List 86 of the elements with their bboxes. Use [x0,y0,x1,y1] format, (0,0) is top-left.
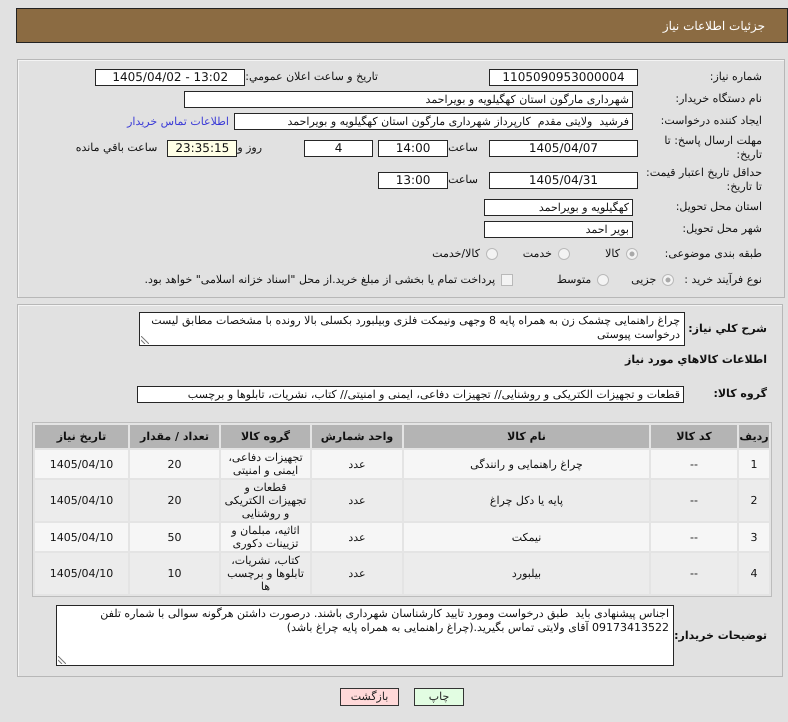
treasury-payment-label: پرداخت تمام یا بخشی از مبلغ خرید.از محل "اسناد خزانه اسلامی" خواهد بود. [144,273,496,286]
delivery-province-label: استان محل تحویل: [674,200,762,214]
radio-button[interactable] [558,248,570,260]
unit-cell: عدد [312,450,402,478]
column-header: تعداد / مقدار [130,425,219,448]
delivery-city-field[interactable]: بویر احمد [484,220,633,238]
validity-time-field[interactable]: 13:00 [378,172,448,188]
row-number-cell: 3 [739,523,769,551]
unit-cell: عدد [312,480,402,521]
item-name-cell: پایه یا دکل چراغ [404,480,649,521]
price-validity-label: حداقل تاریخ اعتبار قیمت: تا تاریخ: [645,166,762,194]
page-title: جزئیات اطلاعات نیاز [662,18,765,32]
remaining-time-field[interactable]: 23:35:15 [167,140,238,156]
need-number-field[interactable]: 1105090953000004 [489,68,638,86]
category-label: طبقه بندی موضوعی: [664,246,762,260]
summary-field[interactable]: چراغ راهنمایی چشمک زن به همراه پایه 8 وجهی ونیمکت فلزی وبیلبورد بکسلی بالا رونده با مشخصات مطابق لیست درخواست پیوستی [139,312,685,346]
need-date-cell: 1405/04/10 [35,553,128,594]
need-date-cell: 1405/04/10 [35,523,128,551]
resize-grip-icon[interactable] [141,336,149,344]
category-option-label: کالا/خدمت [432,247,480,260]
quantity-cell: 50 [130,523,219,551]
checkbox[interactable] [501,274,514,286]
item-code-cell: -- [651,480,737,521]
deadline-time-field[interactable]: 14:00 [378,140,448,156]
item-group-label: گروه کالا: [712,387,768,401]
requester-field[interactable]: فرشید ولایتی مقدم کارپرداز شهرداری مارگون استان کهگیلویه و بویراحمد [234,112,633,130]
announcement-field[interactable]: 1405/04/02 - 13:02 [95,68,246,86]
quantity-cell: 10 [130,553,219,594]
column-header: کد کالا [651,425,737,448]
buyer-notes-label: توضیحات خریدار: [674,628,768,642]
item-code-cell: -- [651,450,737,478]
buyer-org-field[interactable]: شهرداری مارگون استان کهگیلویه و بویراحمد [184,90,633,108]
response-deadline-label: مهلت ارسال پاسخ: تا تاریخ: [663,134,762,162]
category-option-label: خدمت [522,247,552,260]
radio-button[interactable] [597,274,610,286]
item-group-cell: قطعات و تجهیزات الکتریکی و روشنایی [221,480,310,521]
announcement-label: تاریخ و ساعت اعلان عمومي: [245,70,378,84]
summary-label: شرح کلي نیاز: [687,322,768,336]
column-header: واحد شمارش [312,425,402,448]
unit-cell: عدد [312,553,402,594]
days-label: روز و [237,141,262,155]
buyer-notes-field[interactable]: اجناس پیشنهادی باید طبق درخواست ومورد تایید کارشناسان شهرداری باشند. درصورت داشتن هرگونه سوالی با شماره تلفن 09173413522 آقای ولایتی تماس بگیرید.(چراغ راهنمایی به همراه پایه چراغ باشد) [56,605,674,666]
purchase-process-label: نوع فرآیند خرید : [684,272,762,286]
requester-label: ایجاد کننده درخواست: [660,114,762,128]
remaining-days-field[interactable]: 4 [304,140,374,156]
unit-cell: عدد [312,523,402,551]
column-header: تاریخ نیاز [35,425,128,448]
radio-button[interactable] [662,274,674,286]
need-date-cell: 1405/04/10 [35,450,128,478]
validity-date-field[interactable]: 1405/04/31 [489,172,638,188]
quantity-cell: 20 [130,450,219,478]
process-option-label: جزیی [631,273,656,286]
row-number-cell: 1 [739,450,769,478]
category-option-label: کالا [605,247,620,260]
resize-grip-icon[interactable] [58,656,66,664]
goods-section-title: اطلاعات کالاهاي مورد نیاز [625,353,768,367]
remaining-time-label: ساعت باقي مانده [76,141,158,155]
radio-button[interactable] [626,248,638,260]
quantity-cell: 20 [130,480,219,521]
item-group-cell: کتاب، نشریات، تابلوها و برچسب ها [221,553,310,594]
deadline-date-field[interactable]: 1405/04/07 [489,140,638,156]
item-group-field[interactable]: قطعات و تجهیزات الکتریکی و روشنایی// تجهیزات دفاعی، ایمنی و امنیتی// کتاب، نشریات، تابلوها و برچسب [137,386,684,402]
item-name-cell: نیمکت [404,523,649,551]
time-label: ساعت [448,141,478,155]
buyer-org-label: نام دستگاه خریدار: [674,92,762,106]
item-code-cell: -- [651,523,737,551]
process-option-label: متوسط [556,273,592,286]
print-button[interactable]: چاپ [414,688,464,706]
item-code-cell: -- [651,553,737,594]
time-label: ساعت [448,173,478,187]
item-name-cell: چراغ راهنمایی و رانندگی [404,450,649,478]
row-number-cell: 2 [739,480,769,521]
delivery-city-label: شهر محل تحویل: [681,222,762,236]
item-name-cell: بیلبورد [404,553,649,594]
radio-button[interactable] [486,248,498,260]
column-header: گروه کالا [221,425,310,448]
column-header: نام کالا [404,425,649,448]
buyer-contact-link[interactable]: اطلاعات تماس خریدار [127,114,229,128]
column-header: ردیف [739,425,769,448]
back-button[interactable]: بازگشت [340,688,399,706]
item-group-cell: اثاثیه، مبلمان و تزیینات دکوری [221,523,310,551]
delivery-province-field[interactable]: کهگیلویه و بویراحمد [484,198,633,216]
need-number-label: شماره نیاز: [708,70,762,84]
item-group-cell: تجهیزات دفاعی، ایمنی و امنیتی [221,450,310,478]
row-number-cell: 4 [739,553,769,594]
need-date-cell: 1405/04/10 [35,480,128,521]
